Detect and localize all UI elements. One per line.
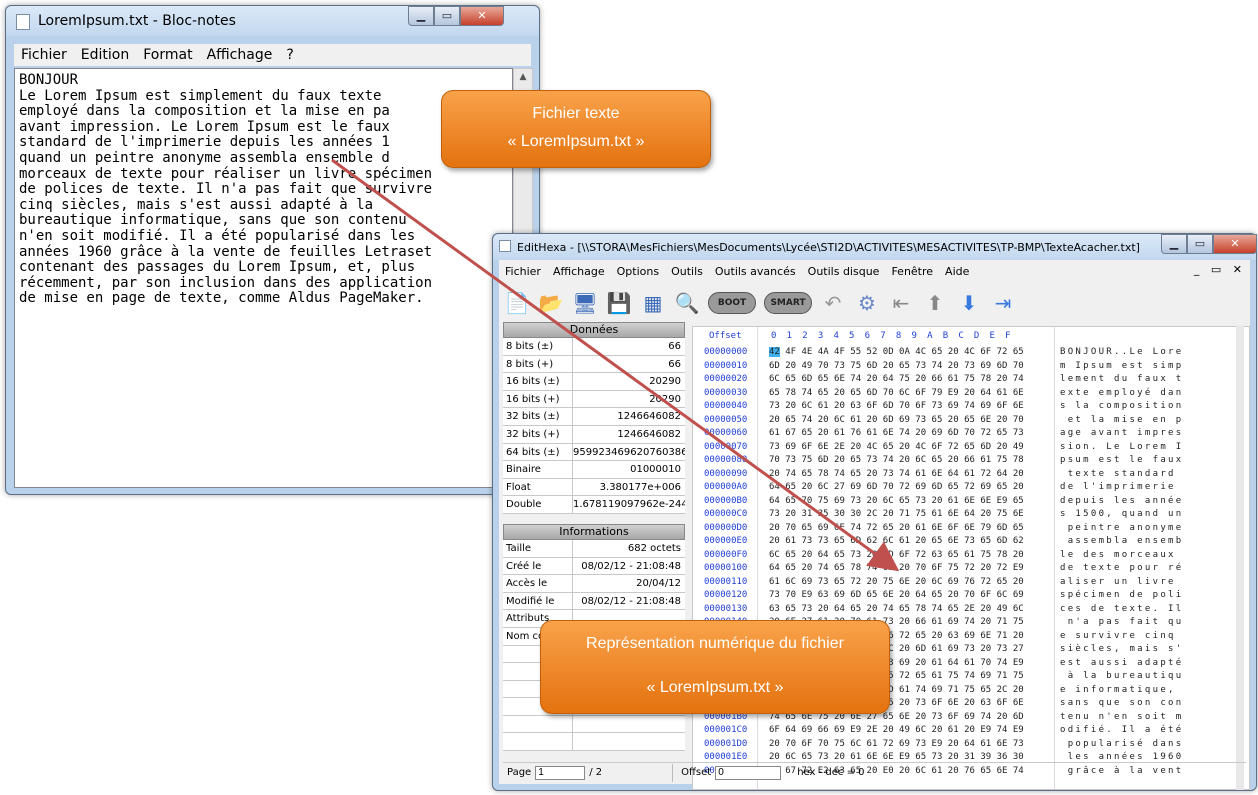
callout-line: Représentation numérique du fichier: [586, 635, 844, 652]
callout-line: « LoremIpsum.txt »: [646, 679, 784, 696]
arrow-line: [331, 158, 900, 572]
callout-text-file: Fichier texte « LoremIpsum.txt »: [441, 90, 711, 168]
callout-numeric-representation: Représentation numérique du fichier « Lo…: [540, 620, 890, 714]
callout-line: « LoremIpsum.txt »: [507, 133, 645, 150]
callout-line: Fichier texte: [532, 105, 620, 122]
